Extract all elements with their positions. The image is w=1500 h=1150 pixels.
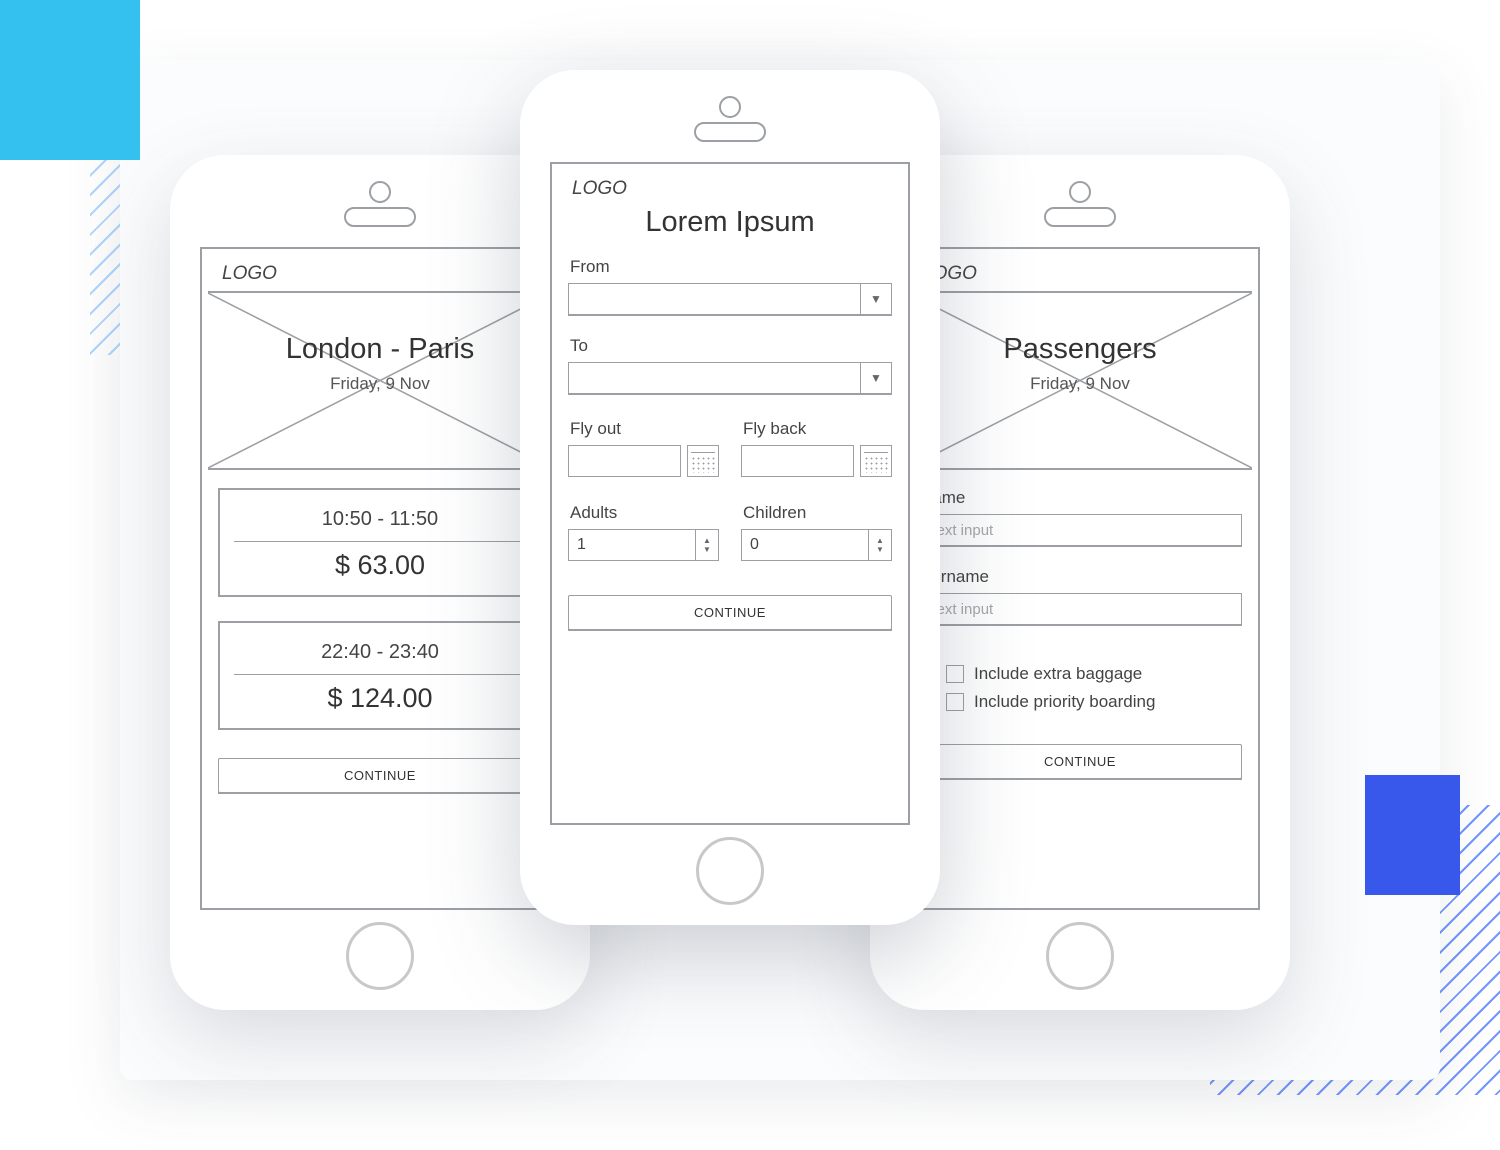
phone-home-button[interactable] bbox=[1046, 922, 1114, 990]
adults-stepper[interactable]: 1 ▲▼ bbox=[568, 529, 719, 561]
adults-value: 1 bbox=[577, 536, 586, 554]
to-select[interactable]: ▼ bbox=[568, 362, 892, 394]
name-label: Name bbox=[920, 488, 1242, 508]
adults-label: Adults bbox=[570, 503, 719, 523]
children-label: Children bbox=[743, 503, 892, 523]
route-date: Friday, 9 Nov bbox=[208, 366, 552, 394]
priority-boarding-label: Include priority boarding bbox=[974, 692, 1155, 712]
to-label: To bbox=[570, 336, 892, 356]
from-select[interactable]: ▼ bbox=[568, 283, 892, 315]
phone-home-button[interactable] bbox=[696, 837, 764, 905]
continue-button[interactable]: CONTINUE bbox=[568, 595, 892, 630]
phone-search: LOGO Lorem Ipsum From ▼ To ▼ Fly out bbox=[520, 70, 940, 925]
continue-button[interactable]: CONTINUE bbox=[918, 744, 1242, 779]
flyout-date-input[interactable] bbox=[568, 445, 681, 477]
calendar-icon[interactable] bbox=[687, 445, 719, 477]
hero-image-placeholder: Passengers Friday, 9 Nov bbox=[908, 291, 1252, 470]
phone-speaker-icon bbox=[344, 207, 416, 227]
name-input[interactable]: Text input bbox=[918, 514, 1242, 546]
decor-blue-square bbox=[1365, 775, 1460, 895]
screen-title: Lorem Ipsum bbox=[568, 206, 892, 239]
caret-down-icon: ▼ bbox=[876, 545, 884, 554]
flight-time: 10:50 - 11:50 bbox=[234, 502, 526, 541]
surname-input[interactable]: Text input bbox=[918, 593, 1242, 625]
phone-camera-icon bbox=[1069, 181, 1091, 203]
children-value: 0 bbox=[750, 536, 759, 554]
phone-camera-icon bbox=[719, 96, 741, 118]
priority-boarding-checkbox[interactable]: Include priority boarding bbox=[946, 692, 1242, 712]
flight-price: $ 124.00 bbox=[234, 683, 526, 714]
screen-flights: LOGO London - Paris Friday, 9 Nov 10:50 … bbox=[200, 247, 560, 910]
children-stepper[interactable]: 0 ▲▼ bbox=[741, 529, 892, 561]
screen-passengers: LOGO Passengers Friday, 9 Nov Name Text … bbox=[900, 247, 1260, 910]
flight-card[interactable]: 10:50 - 11:50 $ 63.00 bbox=[218, 488, 542, 597]
caret-up-icon: ▲ bbox=[876, 536, 884, 545]
phone-camera-icon bbox=[369, 181, 391, 203]
logo-placeholder: LOGO bbox=[222, 263, 542, 285]
caret-up-icon: ▲ bbox=[703, 536, 711, 545]
logo-placeholder: LOGO bbox=[572, 178, 892, 200]
flyback-label: Fly back bbox=[743, 419, 892, 439]
phone-speaker-icon bbox=[694, 122, 766, 142]
flyback-date-input[interactable] bbox=[741, 445, 854, 477]
flyout-label: Fly out bbox=[570, 419, 719, 439]
checkbox-icon bbox=[946, 693, 964, 711]
decor-cyan-square bbox=[0, 0, 140, 160]
flight-card[interactable]: 22:40 - 23:40 $ 124.00 bbox=[218, 621, 542, 730]
phone-speaker-icon bbox=[1044, 207, 1116, 227]
continue-button[interactable]: CONTINUE bbox=[218, 758, 542, 793]
extra-baggage-label: Include extra baggage bbox=[974, 664, 1142, 684]
phone-home-button[interactable] bbox=[346, 922, 414, 990]
hero-image-placeholder: London - Paris Friday, 9 Nov bbox=[208, 291, 552, 470]
checkbox-icon bbox=[946, 665, 964, 683]
caret-down-icon: ▼ bbox=[703, 545, 711, 554]
from-label: From bbox=[570, 257, 892, 277]
route-title: London - Paris bbox=[208, 293, 552, 366]
chevron-down-icon: ▼ bbox=[860, 363, 891, 393]
flight-price: $ 63.00 bbox=[234, 550, 526, 581]
screen-search: LOGO Lorem Ipsum From ▼ To ▼ Fly out bbox=[550, 162, 910, 825]
logo-placeholder: LOGO bbox=[922, 263, 1242, 285]
extra-baggage-checkbox[interactable]: Include extra baggage bbox=[946, 664, 1242, 684]
calendar-icon[interactable] bbox=[860, 445, 892, 477]
surname-label: Surname bbox=[920, 567, 1242, 587]
flight-time: 22:40 - 23:40 bbox=[234, 635, 526, 674]
passengers-date: Friday, 9 Nov bbox=[908, 366, 1252, 394]
passengers-title: Passengers bbox=[908, 293, 1252, 366]
chevron-down-icon: ▼ bbox=[860, 284, 891, 314]
